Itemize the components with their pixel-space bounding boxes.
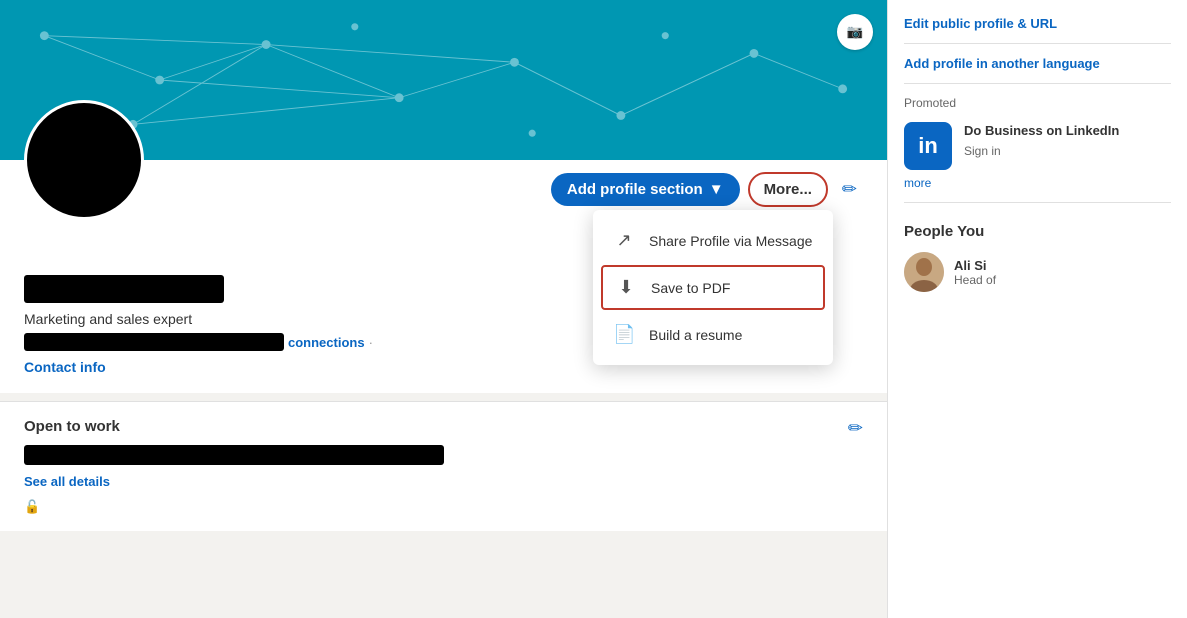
more-dropdown-menu: ↗ Share Profile via Message ⬇ Save to PD… xyxy=(593,210,833,365)
add-profile-section-label: Add profile section xyxy=(567,181,703,198)
person-avatar-svg xyxy=(904,252,944,292)
edit-public-profile-link[interactable]: Edit public profile & URL xyxy=(904,16,1171,31)
more-promo-link[interactable]: more xyxy=(904,176,1171,190)
promoted-label: Promoted xyxy=(904,96,1171,110)
open-to-work-title: Open to work xyxy=(24,418,863,435)
person-avatar xyxy=(904,252,944,292)
right-sidebar: Edit public profile & URL Add profile in… xyxy=(887,0,1187,618)
document-icon: 📄 xyxy=(613,324,635,345)
dot-separator: · xyxy=(369,335,373,350)
people-you-may-know-section: People You Ali Si Head of xyxy=(904,223,1171,292)
share-profile-label: Share Profile via Message xyxy=(649,233,812,249)
connections-redacted xyxy=(24,333,284,351)
add-profile-language-link[interactable]: Add profile in another language xyxy=(904,56,1171,71)
promo-title: Do Business on LinkedIn xyxy=(964,122,1119,140)
sidebar-divider-2 xyxy=(904,83,1171,84)
person-title: Head of xyxy=(954,273,996,287)
profile-name-redacted xyxy=(24,275,224,303)
partial-row: 🔓 xyxy=(24,499,863,515)
open-to-work-card: Open to work ✏ See all details 🔓 xyxy=(0,401,887,531)
pencil-icon-otw: ✏ xyxy=(848,418,863,438)
build-resume-label: Build a resume xyxy=(649,327,742,343)
share-profile-item[interactable]: ↗ Share Profile via Message xyxy=(593,218,833,263)
pencil-icon: ✏ xyxy=(842,179,857,199)
more-button[interactable]: More... xyxy=(748,172,828,207)
see-all-details-link[interactable]: See all details xyxy=(24,474,110,489)
profile-card: Add profile section ▼ More... ✏ ↗ Share … xyxy=(0,160,887,393)
open-to-work-edit-button[interactable]: ✏ xyxy=(848,418,863,439)
person-item: Ali Si Head of xyxy=(904,252,1171,292)
chevron-down-icon: ▼ xyxy=(709,181,724,198)
open-to-work-content-redacted xyxy=(24,445,444,465)
more-label: More... xyxy=(764,181,812,198)
promo-text-block: Do Business on LinkedIn Sign in xyxy=(964,122,1119,158)
build-resume-item[interactable]: 📄 Build a resume xyxy=(593,312,833,357)
banner-camera-button[interactable]: 📷 xyxy=(837,14,873,50)
connections-label[interactable]: connections xyxy=(288,335,365,350)
contact-info-link[interactable]: Contact info xyxy=(24,359,106,375)
person-info: Ali Si Head of xyxy=(954,258,996,287)
add-profile-section-button[interactable]: Add profile section ▼ xyxy=(551,173,740,206)
people-you-may-know-title: People You xyxy=(904,223,1171,240)
profile-actions: Add profile section ▼ More... ✏ ↗ Share … xyxy=(24,160,863,207)
sidebar-divider-1 xyxy=(904,43,1171,44)
save-to-pdf-item[interactable]: ⬇ Save to PDF xyxy=(601,265,825,310)
share-icon: ↗ xyxy=(613,230,635,251)
download-icon: ⬇ xyxy=(615,277,637,298)
person-name: Ali Si xyxy=(954,258,996,273)
linkedin-promo: in Do Business on LinkedIn Sign in xyxy=(904,122,1171,170)
camera-icon: 📷 xyxy=(847,24,864,40)
sidebar-divider-3 xyxy=(904,202,1171,203)
promo-subtext: Sign in xyxy=(964,144,1119,158)
linkedin-logo: in xyxy=(904,122,952,170)
edit-pencil-button[interactable]: ✏ xyxy=(836,173,863,206)
open-icon: 🔓 xyxy=(24,499,40,515)
save-to-pdf-label: Save to PDF xyxy=(651,280,730,296)
